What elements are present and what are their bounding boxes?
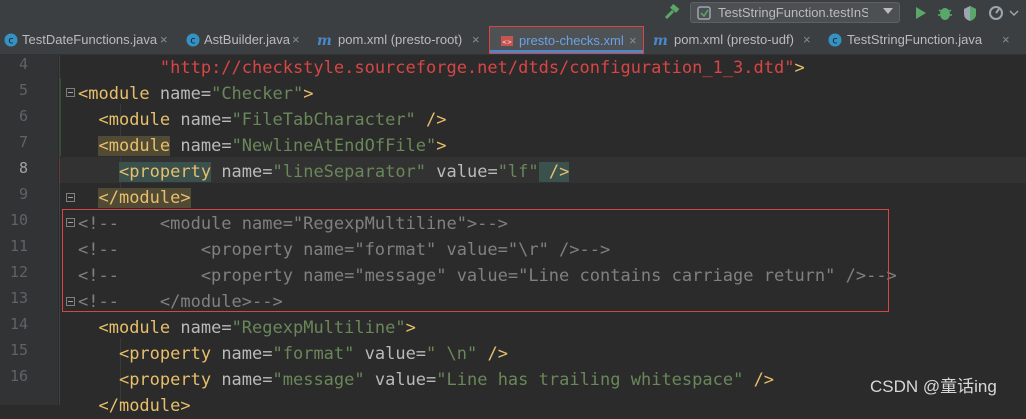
tab-label: AstBuilder.java [204, 32, 290, 47]
close-icon[interactable]: × [472, 32, 480, 47]
line-number: 5 [18, 81, 28, 99]
close-icon[interactable]: × [629, 33, 637, 48]
svg-text:<>: <> [502, 39, 512, 46]
fold-toggle-icon[interactable] [66, 88, 75, 97]
line-number: 15 [9, 341, 28, 359]
code-line-4[interactable]: "http://checkstyle.sourceforge.net/dtds/… [78, 55, 805, 81]
line-number: 4 [18, 55, 28, 73]
code-line-9[interactable]: </module> [78, 185, 191, 211]
tab-label: TestStringFunction.java [847, 32, 983, 47]
close-icon[interactable]: × [803, 32, 811, 47]
profile-icon[interactable] [988, 4, 1006, 22]
line-number: 9 [18, 185, 28, 203]
maven-icon: m [653, 33, 668, 47]
code-line-13[interactable]: <!-- </module>--> [78, 289, 283, 315]
chevron-down-icon [883, 8, 893, 14]
close-icon[interactable]: × [292, 32, 300, 47]
svg-text:c: c [8, 36, 14, 47]
tab-testdatefunctions[interactable]: c TestDateFunctions.java × [0, 26, 178, 54]
close-icon[interactable]: × [1002, 32, 1010, 47]
line-number: 16 [9, 367, 28, 385]
java-class-icon: c [4, 33, 18, 47]
code-line-12[interactable]: <!-- <property name="message" value="Lin… [78, 263, 897, 289]
code-line-14[interactable]: <module name="RegexpMultiline"> [78, 315, 415, 341]
svg-text:m: m [317, 33, 332, 47]
editor-tab-bar: c TestDateFunctions.java × c AstBuilder.… [0, 26, 1026, 55]
java-class-icon: c [186, 33, 200, 47]
line-number-gutter: 4 5 6 7 8 9 10 11 12 13 14 15 16 [0, 55, 58, 405]
code-line-7[interactable]: <module name="NewlineAtEndOfFile"> [78, 133, 447, 159]
tab-pom-presto-root[interactable]: m pom.xml (presto-root) × [312, 26, 486, 54]
fold-toggle-icon[interactable] [66, 218, 75, 227]
code-line-10[interactable]: <!-- <module name="RegexpMultiline">--> [78, 211, 508, 237]
line-number: 8 [18, 159, 28, 177]
tab-presto-checks[interactable]: <> presto-checks.xml × [489, 26, 644, 54]
line-number: 11 [9, 237, 28, 255]
tab-label: pom.xml (presto-root) [338, 32, 463, 47]
tab-label: pom.xml (presto-udf) [674, 32, 794, 47]
tab-pom-presto-udf[interactable]: m pom.xml (presto-udf) × [648, 26, 818, 54]
coverage-icon[interactable] [961, 4, 979, 22]
run-icon[interactable] [911, 4, 929, 22]
test-config-icon [697, 6, 711, 20]
debug-icon[interactable] [936, 4, 954, 22]
code-line-11[interactable]: <!-- <property name="format" value="\r" … [78, 237, 610, 263]
profile-options-chevron-icon[interactable] [1008, 4, 1020, 22]
fold-toggle-icon[interactable] [66, 297, 75, 306]
line-number: 7 [18, 133, 28, 151]
maven-icon: m [317, 33, 332, 47]
code-line-6[interactable]: <module name="FileTabCharacter" /> [78, 107, 446, 133]
svg-text:c: c [832, 36, 838, 47]
tab-label: presto-checks.xml [519, 33, 624, 48]
java-class-icon: c [828, 33, 842, 47]
line-number: 12 [9, 263, 28, 281]
run-configuration-label: TestStringFunction.testInStr [718, 5, 868, 20]
build-hammer-icon[interactable] [662, 3, 682, 23]
line-number: 14 [9, 315, 28, 333]
code-line-5[interactable]: <module name="Checker"> [78, 81, 313, 107]
line-number: 10 [9, 211, 28, 229]
close-icon[interactable]: × [160, 32, 168, 47]
code-line-16[interactable]: <property name="message" value="Line has… [78, 367, 774, 393]
line-number: 13 [9, 289, 28, 307]
top-toolbar: TestStringFunction.testInStr [0, 0, 1026, 26]
tab-teststringfunction[interactable]: c TestStringFunction.java × [822, 26, 1018, 54]
change-marker [59, 78, 61, 156]
code-line-15[interactable]: <property name="format" value=" \n" /> [78, 341, 508, 367]
run-configuration-select[interactable]: TestStringFunction.testInStr [690, 2, 900, 23]
svg-text:c: c [190, 36, 196, 47]
svg-text:m: m [653, 33, 668, 47]
watermark: CSDN @童话ing [870, 377, 997, 396]
fold-toggle-icon[interactable] [66, 193, 75, 202]
code-line-8[interactable]: <property name="lineSeparator" value="lf… [78, 159, 570, 185]
xml-file-icon: <> [501, 36, 513, 46]
line-number: 6 [18, 107, 28, 125]
tab-label: TestDateFunctions.java [22, 32, 158, 47]
tab-astbuilder[interactable]: c AstBuilder.java × [182, 26, 308, 54]
code-line-17[interactable]: </module> [78, 393, 190, 419]
